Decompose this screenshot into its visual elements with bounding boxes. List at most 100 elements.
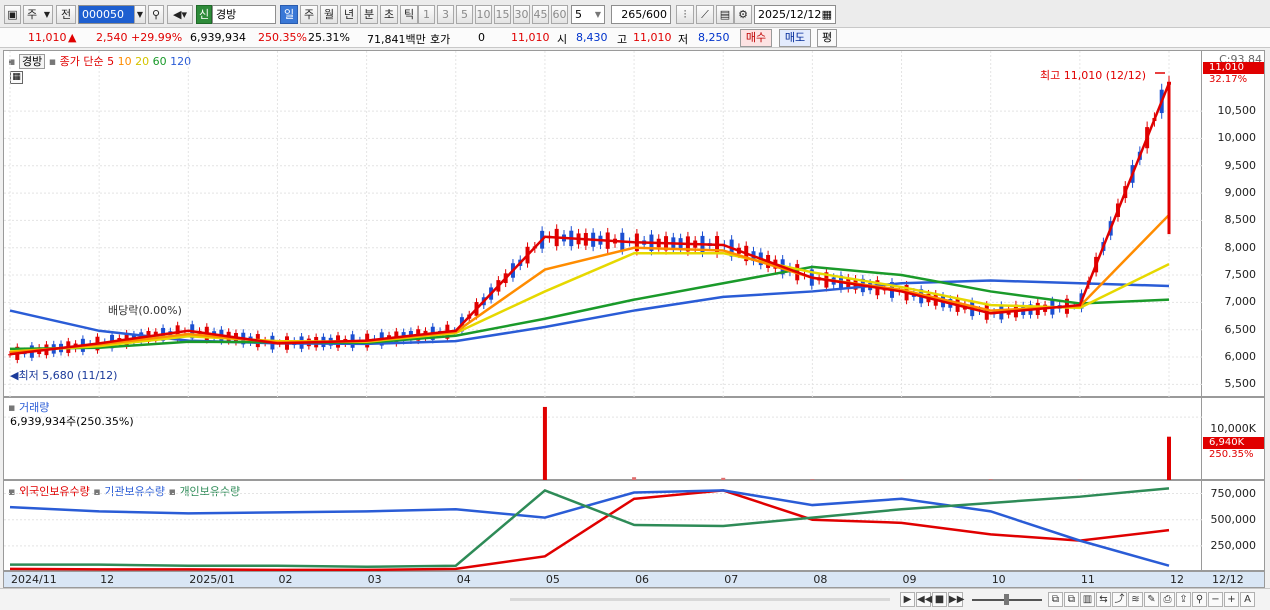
low-annotation-text: 최저 5,680 (11/12) [18,369,118,382]
price-tick: 9,000 [1224,186,1257,200]
date-label: 07 [724,573,739,586]
line-tool-icon[interactable]: ⟋ [696,5,714,24]
date-label: 08 [813,573,828,586]
period-tab-3[interactable]: 년 [340,5,358,24]
price-tick: 6,500 [1224,322,1257,336]
period-tab-0[interactable]: 일 [280,5,298,24]
draw-icon[interactable]: ✎ [1144,592,1159,607]
candle-type-icon[interactable]: ⫶ [676,5,694,24]
text-size-icon[interactable]: A [1240,592,1255,607]
period-tab-5[interactable]: 초 [380,5,398,24]
play-icon[interactable]: ▶ [900,592,915,607]
quote-bar: 11,010 ▲ 2,540 +29.99% 6,939,934 250.35%… [0,28,1270,48]
type-select[interactable]: 주 ▼ [23,5,53,24]
page-count: 265 [621,8,643,21]
ma-line-5 [9,82,1171,356]
low-price: 8,250 [698,31,730,44]
volume-pct-tag: 250.35% [1209,449,1254,460]
volume-chart-panel[interactable]: ▪ 거래량 6,939,934주(250.35%) [3,397,1203,481]
minute-tab-6[interactable]: 45 [532,5,549,24]
date-label: 2025/01 [189,573,235,586]
date-field[interactable]: 2025/12/12 ▦ [754,5,836,24]
holdings-tick: 500,000 [1210,512,1257,526]
period-tab-4[interactable]: 분 [360,5,378,24]
buy-button[interactable]: 매수 [740,29,772,47]
gear-icon[interactable]: ⚙ [734,5,752,24]
page-count-field[interactable]: 265/600 [611,5,671,24]
turnover-ratio: 25.31% [308,31,350,44]
minute-tab-7[interactable]: 60 [551,5,568,24]
stop-icon[interactable]: ■ [932,592,947,607]
chevron-down-icon: ▼ [43,10,50,19]
save-icon[interactable]: ▤ [716,5,734,24]
holdings-y-axis: 750,000 500,000 250,000 [1202,480,1265,571]
holdings-tick: 250,000 [1210,538,1257,552]
high-annotation: 최고 11,010 (12/12) [1040,69,1147,82]
toolbar: ▣ 주 ▼ 전 000050 ▼ ⚲ ◀▾ 신 경방 일주월년분초틱 1 3 5 10 1… [0,0,1270,28]
period-tab-2[interactable]: 월 [320,5,338,24]
calendar-icon[interactable]: ▦ [822,6,832,23]
chart-icon[interactable]: ▥ [1080,592,1095,607]
zoom-out-icon[interactable]: − [1208,592,1223,607]
price-tick: 10,500 [1217,104,1257,118]
export-icon[interactable]: ⇪ [1176,592,1191,607]
open-price: 8,430 [576,31,608,44]
minute-tab-3[interactable]: 10 [475,5,492,24]
date-value: 2025/12/12 [758,8,822,21]
zoom-in-icon[interactable]: + [1224,592,1239,607]
search-icon[interactable]: ⚲ [148,5,164,24]
period-tab-6[interactable]: 틱 [400,5,418,24]
chevron-down-icon: ▼ [594,10,601,19]
bottom-control-bar: ▶ ◀◀ ■ ▶▶ ⧉ ⧉ ▥ ⇆ ⤴ ≋ ✎ ⎙ ⇪ ⚲ − + A [0,588,1270,610]
low-label: 저 [678,33,689,46]
unit-count-select[interactable]: 5 ▼ [571,5,605,24]
date-end-label: 12/12 [1212,573,1244,586]
volume-chart-svg [4,406,1203,481]
trend-icon[interactable]: ⤴ [1112,592,1127,607]
minute-tab-2[interactable]: 5 [456,5,473,24]
layout-icon[interactable]: ⧉ [1048,592,1063,607]
dividend-annotation: 배당락(0.00%) [108,304,182,317]
stock-name-field[interactable]: 경방 [212,5,276,24]
signal-badge[interactable]: 신 [196,5,212,24]
code-dropdown-icon[interactable]: ▼ [134,5,146,24]
price-tick: 6,000 [1224,350,1257,364]
period-tab-1[interactable]: 주 [300,5,318,24]
minute-tab-5[interactable]: 30 [513,5,530,24]
sell-button[interactable]: 매도 [779,29,811,47]
hoga-price: 11,010 [511,31,550,44]
up-arrow-icon: ▲ [68,31,77,44]
open-label: 시 [557,33,568,46]
rewind-icon[interactable]: ◀◀ [916,592,932,607]
date-label: 12 [1170,573,1184,586]
copy-icon[interactable]: ⧉ [1064,592,1079,607]
price-change: 2,540 [96,31,128,44]
avg-button[interactable]: 평 [817,29,837,47]
price-chart-panel[interactable]: ▪ 경방 ▪ 종가 단순 5 10 20 60 120 ▦ 최고 11,010 … [3,50,1203,398]
price-y-axis: 10,500 10,000 9,500 9,000 8,500 8,000 7,500 7,0… [1202,50,1265,397]
pattern-icon[interactable]: ≋ [1128,592,1143,607]
hoga-value: 0 [478,31,485,44]
date-label: 05 [545,573,560,586]
price-tick: 5,500 [1224,377,1257,391]
minute-tab-4[interactable]: 15 [494,5,511,24]
zoom-slider-handle[interactable] [1004,594,1009,605]
minute-tab-1[interactable]: 3 [437,5,454,24]
volume-bar [542,406,547,481]
date-label: 04 [456,573,471,586]
forward-icon[interactable]: ▶▶ [948,592,964,607]
date-label: 06 [635,573,650,586]
minute-tab-0[interactable]: 1 [418,5,435,24]
compare-icon[interactable]: ⇆ [1096,592,1111,607]
holdings-chart-panel[interactable]: ▪ 외국인보유수량 ▪ 기관보유수량 ▪ 개인보유수량 [3,480,1203,572]
holdings-chart-svg [4,487,1203,572]
prev-button[interactable]: 전 [56,5,76,24]
date-label: 12 [100,573,115,586]
magnifier-icon[interactable]: ⚲ [1192,592,1207,607]
window-menu-icon[interactable]: ▣ [4,5,21,24]
print-icon[interactable]: ⎙ [1160,592,1175,607]
date-axis[interactable]: 2024/11 12 2025/01 02 03 04 05 06 07 08 09 10 11 12 1… [3,571,1265,588]
price-tick: 8,500 [1224,213,1257,227]
scroll-track[interactable] [510,598,890,601]
speaker-icon[interactable]: ◀▾ [167,5,193,24]
